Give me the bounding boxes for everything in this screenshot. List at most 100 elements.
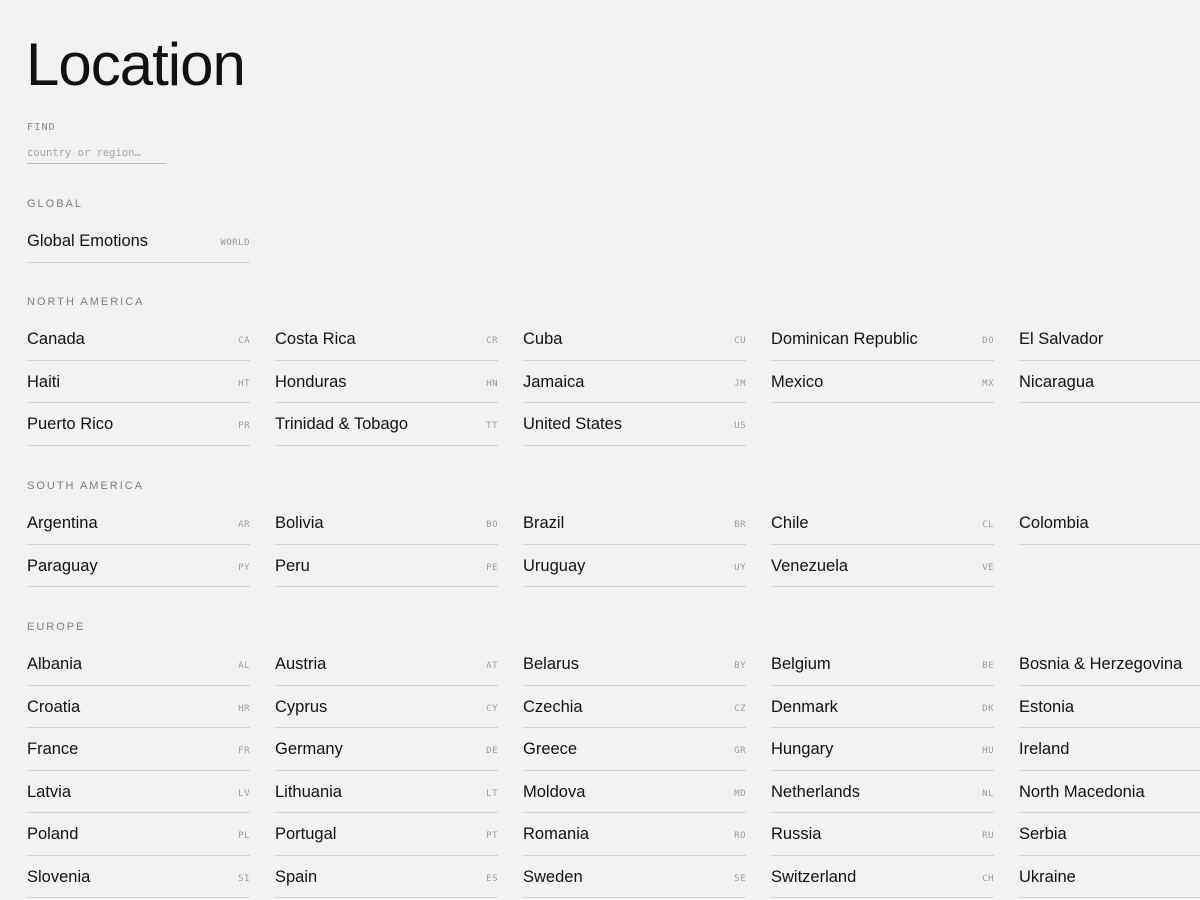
location-name: Greece	[523, 740, 578, 759]
location-item[interactable]: Portugal PT	[275, 813, 498, 856]
location-name: Latvia	[27, 782, 72, 801]
location-item[interactable]: North MacedoniaMK	[1019, 771, 1200, 813]
location-item[interactable]: Spain ES	[275, 856, 498, 898]
location-code: HR	[238, 703, 250, 714]
location-item[interactable]: Greece GR	[523, 728, 746, 771]
location-item[interactable]: Netherlands NL	[771, 771, 994, 813]
location-code: RO	[734, 831, 746, 842]
location-item[interactable]: Canada CA	[27, 318, 250, 361]
location-item[interactable]: EstoniaEE	[1019, 686, 1200, 728]
location-name: Dominican Republic	[771, 330, 918, 349]
location-name: Venezuela	[771, 556, 849, 575]
location-item[interactable]: Czechia CZ	[523, 686, 746, 728]
location-item[interactable]: SerbiaRS	[1019, 813, 1200, 856]
location-name: Uruguay	[523, 556, 586, 575]
location-item[interactable]: Cyprus CY	[275, 686, 498, 728]
location-item[interactable]: NicaraguaNI	[1019, 361, 1200, 403]
location-item[interactable]: Belarus BY	[523, 643, 746, 686]
location-item[interactable]: El SalvadorSV	[1019, 318, 1200, 361]
location-code: RU	[982, 831, 994, 842]
location-name: Spain	[275, 867, 318, 886]
location-item[interactable]: Brazil BR	[523, 502, 746, 545]
location-name: Netherlands	[771, 782, 860, 801]
location-item[interactable]: Peru PE	[275, 545, 498, 587]
location-item[interactable]: Germany DE	[275, 728, 498, 771]
location-code: CY	[486, 703, 498, 714]
location-item[interactable]: Poland PL	[27, 813, 250, 856]
location-code: LT	[486, 788, 498, 799]
location-code: MD	[734, 788, 746, 799]
location-name: Denmark	[771, 697, 838, 716]
location-item[interactable]: Puerto Rico PR	[27, 403, 250, 446]
location-item[interactable]: United States US	[523, 403, 746, 446]
location-item[interactable]: ColombiaCO	[1019, 502, 1200, 545]
location-item[interactable]: Austria AT	[275, 643, 498, 686]
location-item[interactable]: Russia RU	[771, 813, 994, 856]
location-item[interactable]: Jamaica JM	[523, 361, 746, 403]
location-name: Portugal	[275, 825, 337, 844]
location-code: ES	[486, 873, 498, 884]
location-item[interactable]: Bolivia BO	[275, 502, 498, 545]
location-item[interactable]: Hungary HU	[771, 728, 994, 771]
location-item[interactable]: Sweden SE	[523, 856, 746, 898]
location-code: DK	[982, 703, 994, 714]
location-item[interactable]: Dominican Republic DO	[771, 318, 994, 361]
location-item[interactable]: Haiti HT	[27, 361, 250, 403]
location-name: North Macedonia	[1019, 782, 1145, 801]
location-name: Brazil	[523, 514, 565, 533]
location-item[interactable]: Moldova MD	[523, 771, 746, 813]
location-code: BR	[734, 520, 746, 531]
location-name: Mexico	[771, 372, 824, 391]
location-item[interactable]: Global Emotions WORLD	[27, 220, 250, 263]
search-input[interactable]	[27, 142, 166, 164]
location-code: SE	[734, 873, 746, 884]
location-item[interactable]: Argentina AR	[27, 502, 250, 545]
location-name: Bosnia & Herzegovina	[1019, 655, 1183, 674]
location-code: CR	[486, 336, 498, 347]
location-name: Czechia	[523, 697, 583, 716]
location-item[interactable]: Romania RO	[523, 813, 746, 856]
location-item[interactable]: Trinidad & Tobago TT	[275, 403, 498, 446]
location-name: Trinidad & Tobago	[275, 415, 409, 434]
section-label-europe: EUROPE	[27, 621, 86, 633]
location-name: Croatia	[27, 697, 81, 716]
location-item[interactable]: Denmark DK	[771, 686, 994, 728]
location-name: Lithuania	[275, 782, 342, 801]
location-item[interactable]: Chile CL	[771, 502, 994, 545]
location-code: JM	[734, 378, 746, 389]
location-item[interactable]: Croatia HR	[27, 686, 250, 728]
location-code: CL	[982, 520, 994, 531]
location-item[interactable]: Costa Rica CR	[275, 318, 498, 361]
location-item[interactable]: Venezuela VE	[771, 545, 994, 587]
location-code: HN	[486, 378, 498, 389]
location-name: Cuba	[523, 330, 563, 349]
location-code: UY	[734, 562, 746, 573]
location-name: Peru	[275, 556, 310, 575]
location-item[interactable]: IrelandIE	[1019, 728, 1200, 771]
location-item[interactable]: Cuba CU	[523, 318, 746, 361]
location-item[interactable]: Latvia LV	[27, 771, 250, 813]
location-item[interactable]: Honduras HN	[275, 361, 498, 403]
location-name: Germany	[275, 740, 343, 759]
location-item[interactable]: France FR	[27, 728, 250, 771]
location-item[interactable]: Albania AL	[27, 643, 250, 686]
location-item[interactable]: Lithuania LT	[275, 771, 498, 813]
location-code: DE	[486, 746, 498, 757]
location-item[interactable]: Uruguay UY	[523, 545, 746, 587]
location-code: CU	[734, 336, 746, 347]
location-item[interactable]: Bosnia & HerzegovinaBA	[1019, 643, 1200, 686]
location-item[interactable]: Paraguay PY	[27, 545, 250, 587]
location-item[interactable]: Switzerland CH	[771, 856, 994, 898]
location-item[interactable]: Belgium BE	[771, 643, 994, 686]
section-grid-north-america: Canada CA Costa Rica CR Cuba CU Dominican Repu…	[27, 318, 1200, 446]
location-code: FR	[238, 746, 250, 757]
section-label-global: GLOBAL	[27, 198, 84, 210]
location-code: VE	[982, 562, 994, 573]
location-item[interactable]: Mexico MX	[771, 361, 994, 403]
location-code: PT	[486, 831, 498, 842]
location-item[interactable]: UkraineUA	[1019, 856, 1200, 898]
location-name: Estonia	[1019, 697, 1075, 716]
location-code: AL	[238, 661, 250, 672]
location-code: TT	[486, 421, 498, 432]
location-item[interactable]: Slovenia SI	[27, 856, 250, 898]
